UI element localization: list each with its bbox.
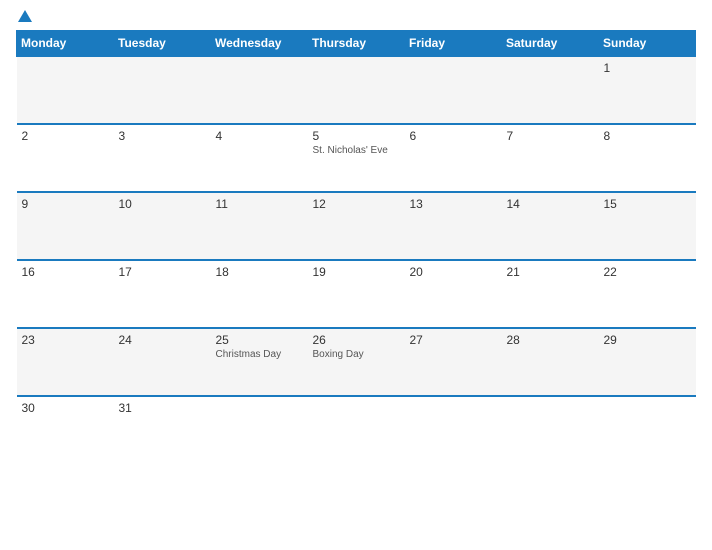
weekday-header-wednesday: Wednesday — [211, 31, 308, 57]
calendar-cell: 26 Boxing Day — [308, 328, 405, 396]
day-number: 23 — [22, 333, 109, 347]
calendar-cell: 30 — [17, 396, 114, 464]
calendar-cell: 31 — [114, 396, 211, 464]
calendar-cell: 27 — [405, 328, 502, 396]
weekday-header-row: MondayTuesdayWednesdayThursdayFridaySatu… — [17, 31, 696, 57]
calendar-table: MondayTuesdayWednesdayThursdayFridaySatu… — [16, 30, 696, 464]
calendar-cell: 9 — [17, 192, 114, 260]
calendar-page: MondayTuesdayWednesdayThursdayFridaySatu… — [0, 0, 712, 550]
calendar-cell — [405, 396, 502, 464]
day-number: 5 — [313, 129, 400, 143]
day-number: 27 — [410, 333, 497, 347]
calendar-cell: 19 — [308, 260, 405, 328]
day-number: 26 — [313, 333, 400, 347]
calendar-cell: 20 — [405, 260, 502, 328]
calendar-cell: 8 — [599, 124, 696, 192]
logo — [16, 10, 32, 22]
calendar-cell: 10 — [114, 192, 211, 260]
day-number: 31 — [119, 401, 206, 415]
day-event: St. Nicholas' Eve — [313, 145, 400, 156]
day-number: 9 — [22, 197, 109, 211]
calendar-cell: 2 — [17, 124, 114, 192]
calendar-cell — [308, 56, 405, 124]
day-number: 20 — [410, 265, 497, 279]
day-number: 19 — [313, 265, 400, 279]
calendar-cell: 25 Christmas Day — [211, 328, 308, 396]
calendar-cell: 13 — [405, 192, 502, 260]
calendar-cell: 4 — [211, 124, 308, 192]
calendar-cell — [502, 396, 599, 464]
day-number: 13 — [410, 197, 497, 211]
day-number: 30 — [22, 401, 109, 415]
day-number: 28 — [507, 333, 594, 347]
day-number: 16 — [22, 265, 109, 279]
calendar-week-row: 30 31 — [17, 396, 696, 464]
weekday-header-sunday: Sunday — [599, 31, 696, 57]
day-number: 14 — [507, 197, 594, 211]
calendar-week-row: 2345 St. Nicholas' Eve 678 — [17, 124, 696, 192]
day-number: 2 — [22, 129, 109, 143]
day-number: 10 — [119, 197, 206, 211]
calendar-cell: 5 St. Nicholas' Eve — [308, 124, 405, 192]
weekday-header-saturday: Saturday — [502, 31, 599, 57]
day-event: Boxing Day — [313, 349, 400, 360]
day-number: 3 — [119, 129, 206, 143]
day-number: 18 — [216, 265, 303, 279]
day-number: 12 — [313, 197, 400, 211]
calendar-cell: 24 — [114, 328, 211, 396]
weekday-header-thursday: Thursday — [308, 31, 405, 57]
calendar-cell: 15 — [599, 192, 696, 260]
calendar-cell: 7 — [502, 124, 599, 192]
calendar-cell: 17 — [114, 260, 211, 328]
day-number: 17 — [119, 265, 206, 279]
calendar-week-row: 23 24 25 Christmas Day 26 Boxing Day 27 28 29 — [17, 328, 696, 396]
calendar-cell — [17, 56, 114, 124]
day-event: Christmas Day — [216, 349, 303, 360]
calendar-cell: 21 — [502, 260, 599, 328]
weekday-header-monday: Monday — [17, 31, 114, 57]
calendar-cell: 11 — [211, 192, 308, 260]
day-number: 4 — [216, 129, 303, 143]
day-number: 25 — [216, 333, 303, 347]
calendar-week-row: 16 17 18 19 20 21 22 — [17, 260, 696, 328]
calendar-cell — [114, 56, 211, 124]
calendar-cell: 28 — [502, 328, 599, 396]
calendar-cell: 22 — [599, 260, 696, 328]
day-number: 29 — [604, 333, 691, 347]
calendar-cell: 1 — [599, 56, 696, 124]
calendar-cell — [211, 56, 308, 124]
calendar-cell — [405, 56, 502, 124]
calendar-week-row: 9 10 11 12 13 14 15 — [17, 192, 696, 260]
calendar-cell — [211, 396, 308, 464]
day-number: 21 — [507, 265, 594, 279]
day-number: 7 — [507, 129, 594, 143]
day-number: 15 — [604, 197, 691, 211]
day-number: 22 — [604, 265, 691, 279]
day-number: 6 — [410, 129, 497, 143]
calendar-cell: 12 — [308, 192, 405, 260]
day-number: 8 — [604, 129, 691, 143]
calendar-cell: 23 — [17, 328, 114, 396]
calendar-cell: 16 — [17, 260, 114, 328]
calendar-cell — [502, 56, 599, 124]
calendar-cell: 18 — [211, 260, 308, 328]
logo-triangle-icon — [18, 10, 32, 22]
calendar-cell — [308, 396, 405, 464]
calendar-week-row: 1 — [17, 56, 696, 124]
weekday-header-friday: Friday — [405, 31, 502, 57]
calendar-cell: 29 — [599, 328, 696, 396]
day-number: 1 — [604, 61, 691, 75]
calendar-cell — [599, 396, 696, 464]
day-number: 24 — [119, 333, 206, 347]
calendar-cell: 3 — [114, 124, 211, 192]
calendar-header — [16, 10, 696, 22]
calendar-cell: 6 — [405, 124, 502, 192]
weekday-header-tuesday: Tuesday — [114, 31, 211, 57]
day-number: 11 — [216, 197, 303, 211]
calendar-cell: 14 — [502, 192, 599, 260]
